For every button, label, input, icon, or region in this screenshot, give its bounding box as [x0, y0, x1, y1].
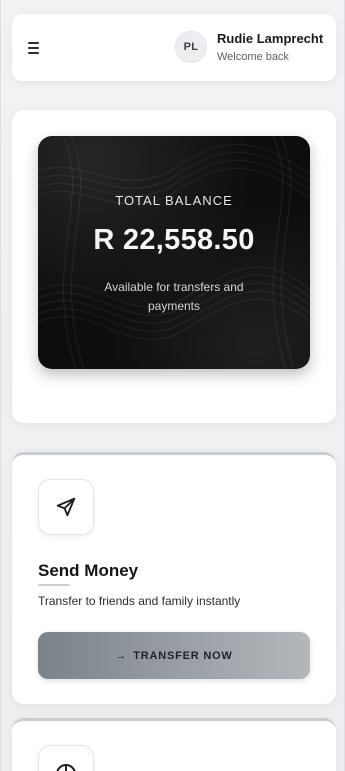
app-header: PL Rudie Lamprecht Welcome back [12, 14, 336, 81]
transfer-now-button[interactable]: → TRANSFER NOW [38, 632, 310, 679]
balance-label: TOTAL BALANCE [115, 193, 233, 208]
avatar[interactable]: PL [175, 31, 207, 63]
user-name: Rudie Lamprecht [217, 31, 324, 46]
arrow-right-icon: → [115, 649, 128, 662]
title-underline [38, 584, 70, 586]
balance-section: TOTAL BALANCE R 22,558.50 Available for … [12, 110, 336, 423]
balance-card: TOTAL BALANCE R 22,558.50 Available for … [38, 136, 310, 369]
balance-note: Available for transfers and payments [104, 280, 244, 313]
menu-icon[interactable] [28, 40, 44, 56]
app-screen: PL Rudie Lamprecht Welcome back TOTAL BA… [0, 0, 345, 771]
compass-icon [38, 745, 94, 771]
next-action-card [12, 718, 336, 771]
send-money-title: Send Money [38, 561, 139, 580]
transfer-now-label: TRANSFER NOW [133, 649, 233, 662]
balance-amount: R 22,558.50 [93, 224, 255, 256]
send-money-card: Send Money Transfer to friends and famil… [12, 452, 336, 704]
paper-plane-icon [38, 479, 94, 535]
welcome-text: Welcome back [217, 51, 289, 63]
send-money-description: Transfer to friends and family instantly [38, 594, 241, 608]
